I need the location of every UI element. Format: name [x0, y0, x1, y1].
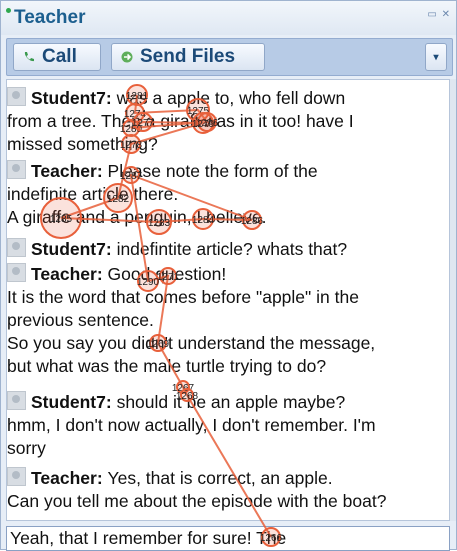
message-first-line: Student7: should it be an apple maybe?	[7, 391, 439, 414]
message-sender: Student7:	[31, 88, 117, 108]
message-text: from a tree. Then a giraff was in it too…	[7, 111, 354, 131]
message-input-text: Yeah, that I remember for sure! The	[10, 528, 287, 548]
message-first-line: Teacher: Good question!	[7, 263, 439, 286]
avatar-icon	[7, 160, 26, 179]
message-text: Good question!	[107, 264, 227, 284]
message-sender: Teacher:	[31, 161, 108, 181]
avatar-icon	[7, 467, 26, 486]
avatar-icon	[7, 263, 26, 282]
toolbar: Call Send Files ▾	[6, 38, 453, 76]
chat-message: Teacher: Yes, that is correct, an apple.…	[7, 467, 439, 513]
message-line: from a tree. Then a giraff was in it too…	[7, 110, 439, 133]
call-button-label: Call	[42, 46, 77, 67]
message-text: previous sentence.	[7, 310, 154, 330]
message-first-line: Student7: indefintite article? whats tha…	[7, 238, 439, 261]
message-line: A giraffe and a penguin, I believe.	[7, 206, 439, 229]
message-text: indefinite article there.	[7, 184, 179, 204]
toolbar-menu-button[interactable]: ▾	[425, 43, 447, 71]
chat-message: Student7: should it be an apple maybe? hm…	[7, 391, 439, 460]
window-controls-icon[interactable]: ▭ ✕	[427, 9, 451, 20]
message-text: should it be an apple maybe?	[116, 392, 346, 412]
message-first-line: Student7: was a apple to, who fell down	[7, 87, 439, 110]
message-input[interactable]: Yeah, that I remember for sure! The	[6, 526, 450, 551]
send-files-button[interactable]: Send Files	[111, 43, 265, 71]
message-line: So you say you didn't understand the mes…	[7, 332, 439, 355]
message-line: missed something?	[7, 133, 439, 156]
message-text: sorry	[7, 438, 46, 458]
online-status-icon	[6, 8, 11, 13]
phone-icon	[24, 52, 34, 62]
chat-message: Student7: was a apple to, who fell down f…	[7, 87, 439, 156]
message-text: So you say you didn't understand the mes…	[7, 333, 376, 353]
message-sender: Teacher:	[31, 468, 108, 488]
title-bar: Teacher ▭ ✕	[1, 1, 456, 35]
message-first-line: Teacher: Yes, that is correct, an apple.	[7, 467, 439, 490]
message-line: previous sentence.	[7, 309, 439, 332]
send-files-button-label: Send Files	[140, 46, 236, 67]
message-sender: Student7:	[31, 239, 117, 259]
message-line: but what was the male turtle trying to d…	[7, 355, 439, 378]
message-first-line: Teacher: Please note the form of the	[7, 160, 439, 183]
message-text: Please note the form of the	[107, 161, 318, 181]
send-files-icon	[121, 51, 133, 63]
chat-message: Student7: indefintite article? whats tha…	[7, 238, 439, 261]
message-text: hmm, I don't now actually, I don't remem…	[7, 415, 376, 435]
avatar-icon	[7, 87, 26, 106]
chat-scrollbar[interactable]	[450, 79, 456, 521]
message-text: missed something?	[7, 134, 158, 154]
avatar-icon	[7, 238, 26, 257]
avatar-icon	[7, 391, 26, 410]
message-text: Can you tell me about the episode with t…	[7, 491, 387, 511]
message-text: was a apple to, who fell down	[116, 88, 346, 108]
chat-message: Teacher: Good question! It is the word th…	[7, 263, 439, 378]
message-sender: Teacher:	[31, 264, 108, 284]
message-text: Yes, that is correct, an apple.	[107, 468, 333, 488]
message-text: indefintite article? whats that?	[116, 239, 348, 259]
message-text: It is the word that comes before "apple"…	[7, 287, 359, 307]
message-line: hmm, I don't now actually, I don't remem…	[7, 414, 439, 437]
message-line: sorry	[7, 437, 439, 460]
chevron-down-icon: ▾	[433, 51, 439, 63]
chat-message: Teacher: Please note the form of the inde…	[7, 160, 439, 229]
message-line: Can you tell me about the episode with t…	[7, 490, 439, 513]
message-sender: Student7:	[31, 392, 117, 412]
call-button[interactable]: Call	[13, 43, 101, 71]
message-line: indefinite article there.	[7, 183, 439, 206]
message-text: A giraffe and a penguin, I believe.	[7, 207, 267, 227]
message-text: but what was the male turtle trying to d…	[7, 356, 327, 376]
window-title: Teacher	[14, 7, 86, 28]
message-line: It is the word that comes before "apple"…	[7, 286, 439, 309]
